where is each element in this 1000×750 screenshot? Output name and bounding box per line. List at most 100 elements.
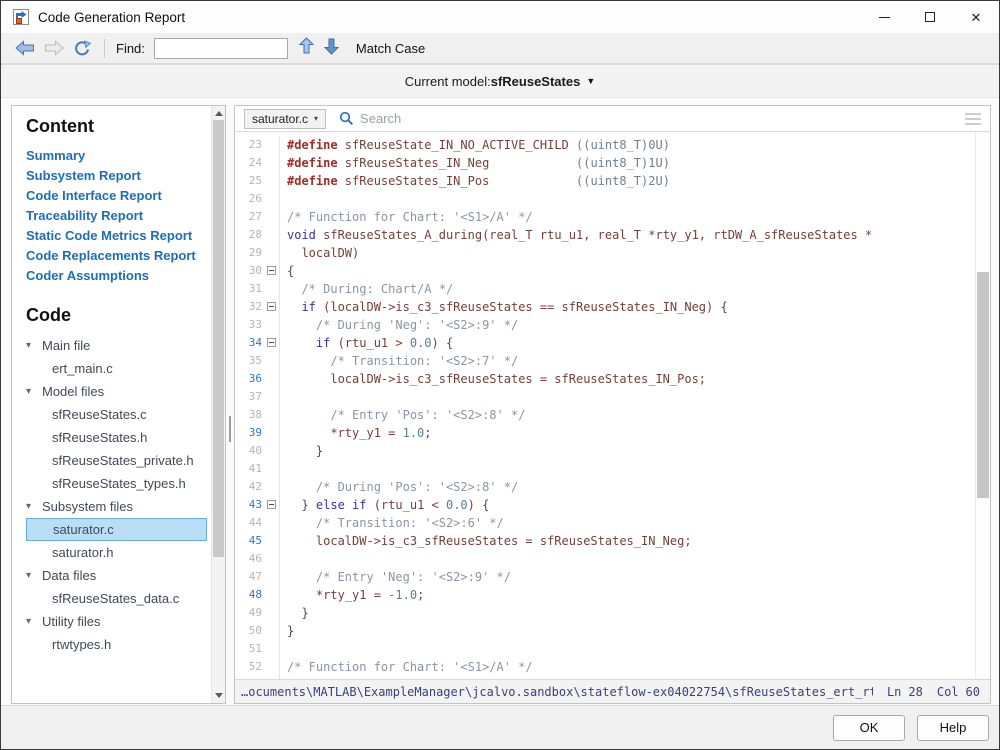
tree-collapse-icon[interactable]: ▾: [26, 570, 42, 581]
tree-item-rtwtypes-h[interactable]: rtwtypes.h: [26, 633, 207, 656]
line-number: 41: [235, 460, 262, 478]
search-icon: [339, 111, 354, 126]
refresh-button[interactable]: [73, 40, 91, 57]
fold-gutter: [264, 370, 280, 388]
code-text: /* During 'Pos': '<S2>:8' */: [280, 478, 518, 496]
code-text: } else if (rtu_u1 < 0.0) {: [280, 496, 489, 514]
tree-collapse-icon[interactable]: ▾: [26, 386, 42, 397]
fold-gutter: [264, 496, 280, 514]
line-number-traceable[interactable]: 36: [235, 370, 262, 388]
code-line-26: 26: [235, 190, 975, 208]
tree-item-sfreusestates-c[interactable]: sfReuseStates.c: [26, 403, 207, 426]
code-lines: 23#define sfReuseState_IN_NO_ACTIVE_CHIL…: [235, 136, 975, 679]
close-button[interactable]: ✕: [953, 1, 999, 33]
content-link-summary[interactable]: Summary: [26, 146, 211, 166]
current-model-label: Current model:: [405, 74, 491, 89]
find-previous-button[interactable]: [299, 37, 314, 60]
content-link-code-replacements-report[interactable]: Code Replacements Report: [26, 246, 211, 266]
fold-gutter: [264, 154, 280, 172]
fold-gutter: [264, 514, 280, 532]
content-link-subsystem-report[interactable]: Subsystem Report: [26, 166, 211, 186]
tree-item-data-files[interactable]: ▾Data files: [26, 564, 207, 587]
line-number: 26: [235, 190, 262, 208]
match-case-label[interactable]: Match Case: [356, 41, 425, 56]
maximize-button[interactable]: [907, 1, 953, 33]
code-text: if (localDW->is_c3_sfReuseStates == sfRe…: [280, 298, 728, 316]
line-number-traceable[interactable]: 34: [235, 334, 262, 352]
ok-button[interactable]: OK: [833, 715, 905, 741]
collapse-icon[interactable]: [267, 266, 276, 275]
scroll-down-icon[interactable]: [215, 693, 223, 698]
model-dropdown-icon[interactable]: ▼: [586, 76, 595, 86]
line-number-traceable[interactable]: 45: [235, 532, 262, 550]
tree-item-model-files[interactable]: ▾Model files: [26, 380, 207, 403]
panel-splitter-handle[interactable]: [229, 416, 231, 442]
collapse-icon[interactable]: [267, 338, 276, 347]
tree-item-sfreusestates-types-h[interactable]: sfReuseStates_types.h: [26, 472, 207, 495]
find-next-button[interactable]: [324, 37, 339, 60]
content-link-static-code-metrics-report[interactable]: Static Code Metrics Report: [26, 226, 211, 246]
app-icon: [13, 9, 29, 25]
code-line-50: 50}: [235, 622, 975, 640]
line-number: 47: [235, 568, 262, 586]
tree-item-ert-main-c[interactable]: ert_main.c: [26, 357, 207, 380]
sidebar-scrollbar[interactable]: [211, 106, 225, 703]
fold-gutter: [264, 532, 280, 550]
scroll-up-icon[interactable]: [215, 111, 223, 116]
content-link-code-interface-report[interactable]: Code Interface Report: [26, 186, 211, 206]
content-links: SummarySubsystem ReportCode Interface Re…: [26, 146, 211, 286]
content-link-coder-assumptions[interactable]: Coder Assumptions: [26, 266, 211, 286]
forward-button[interactable]: [44, 40, 64, 56]
file-selector-dropdown[interactable]: saturator.c ▾: [244, 109, 326, 129]
code-line-37: 37: [235, 388, 975, 406]
code-text: localDW->is_c3_sfReuseStates = sfReuseSt…: [280, 532, 692, 550]
line-number: 38: [235, 406, 262, 424]
fold-gutter: [264, 676, 280, 679]
code-scrollbar-thumb[interactable]: [977, 272, 989, 498]
code-scrollbar[interactable]: [975, 132, 990, 679]
line-number-traceable[interactable]: 39: [235, 424, 262, 442]
line-number: 37: [235, 388, 262, 406]
search-input[interactable]: [360, 111, 957, 126]
code-line-34: 34 if (rtu_u1 > 0.0) {: [235, 334, 975, 352]
fold-gutter: [264, 208, 280, 226]
maximize-icon: [925, 12, 935, 22]
code-text: void sfReuseStates_A_enter(real_T rtu_u1…: [280, 676, 851, 679]
content-link-traceability-report[interactable]: Traceability Report: [26, 206, 211, 226]
code-line-47: 47 /* Entry 'Neg': '<S2>:9' */: [235, 568, 975, 586]
tree-item-main-file[interactable]: ▾Main file: [26, 334, 207, 357]
tree-item-saturator-c[interactable]: saturator.c: [26, 518, 207, 541]
menu-icon[interactable]: [965, 113, 981, 125]
code-line-35: 35 /* Transition: '<S2>:7' */: [235, 352, 975, 370]
current-model-name[interactable]: sfReuseStates: [491, 74, 581, 89]
file-path: …ocuments\MATLAB\ExampleManager\jcalvo.s…: [241, 685, 873, 699]
tree-item-sfreusestates-h[interactable]: sfReuseStates.h: [26, 426, 207, 449]
tree-item-saturator-h[interactable]: saturator.h: [26, 541, 207, 564]
fold-gutter: [264, 280, 280, 298]
back-button[interactable]: [15, 40, 35, 56]
tree-item-subsystem-files[interactable]: ▾Subsystem files: [26, 495, 207, 518]
tree-collapse-icon[interactable]: ▾: [26, 501, 42, 512]
fold-gutter: [264, 136, 280, 154]
find-input[interactable]: [154, 38, 288, 59]
find-up-arrow-icon: [299, 37, 314, 55]
fold-gutter: [264, 604, 280, 622]
minimize-button[interactable]: [861, 1, 907, 33]
line-number-traceable[interactable]: 48: [235, 586, 262, 604]
collapse-icon[interactable]: [267, 500, 276, 509]
fold-gutter: [264, 172, 280, 190]
code-text: [280, 550, 287, 568]
code-line-51: 51: [235, 640, 975, 658]
sidebar-scrollbar-thumb[interactable]: [213, 120, 224, 557]
tree-collapse-icon[interactable]: ▾: [26, 616, 42, 627]
line-number-traceable[interactable]: 43: [235, 496, 262, 514]
tree-item-sfreusestates-private-h[interactable]: sfReuseStates_private.h: [26, 449, 207, 472]
code-line-53: 53void sfReuseStates_A_enter(real_T rtu_…: [235, 676, 975, 679]
tree-item-label: Main file: [42, 338, 90, 353]
line-number: 51: [235, 640, 262, 658]
tree-collapse-icon[interactable]: ▾: [26, 340, 42, 351]
tree-item-utility-files[interactable]: ▾Utility files: [26, 610, 207, 633]
collapse-icon[interactable]: [267, 302, 276, 311]
help-button[interactable]: Help: [917, 715, 989, 741]
tree-item-sfreusestates-data-c[interactable]: sfReuseStates_data.c: [26, 587, 207, 610]
